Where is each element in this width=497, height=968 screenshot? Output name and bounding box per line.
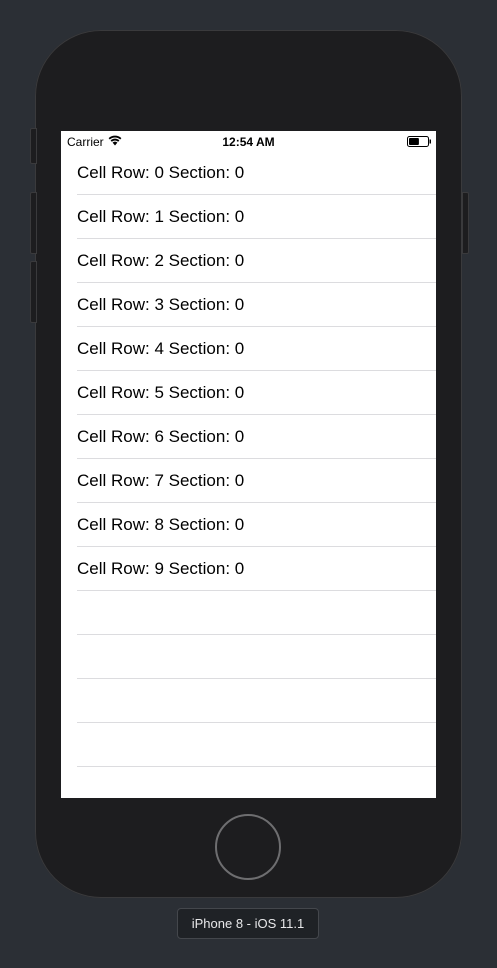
- table-row[interactable]: Cell Row: 5 Section: 0: [61, 371, 436, 415]
- status-bar: Carrier 12:54 AM: [61, 131, 436, 151]
- table-row[interactable]: Cell Row: 9 Section: 0: [61, 547, 436, 591]
- table-row[interactable]: [61, 679, 436, 723]
- table-row[interactable]: [61, 591, 436, 635]
- cell-label: Cell Row: 2 Section: 0: [77, 251, 245, 270]
- volume-down-button: [30, 261, 37, 323]
- table-row[interactable]: Cell Row: 1 Section: 0: [61, 195, 436, 239]
- table-row[interactable]: Cell Row: 3 Section: 0: [61, 283, 436, 327]
- device-screen: Carrier 12:54 AM Cell Row: 0 Section: 0C…: [61, 131, 436, 798]
- cell-label: Cell Row: 4 Section: 0: [77, 339, 245, 358]
- cell-label: Cell Row: 5 Section: 0: [77, 383, 245, 402]
- table-view[interactable]: Cell Row: 0 Section: 0 Cell Row: 1 Sectio…: [61, 151, 436, 767]
- volume-up-button: [30, 192, 37, 254]
- table-row[interactable]: Cell Row: 4 Section: 0: [61, 327, 436, 371]
- table-row[interactable]: [61, 723, 436, 767]
- cell-label: Cell Row: 8 Section: 0: [77, 515, 245, 534]
- cell-label: Cell Row: 1 Section: 0: [77, 207, 245, 226]
- table-row[interactable]: Cell Row: 6 Section: 0: [61, 415, 436, 459]
- table-row[interactable]: [61, 635, 436, 679]
- device-model-label: iPhone 8 - iOS 11.1: [177, 908, 319, 939]
- battery-icon: [407, 136, 431, 147]
- table-row[interactable]: Cell Row: 0 Section: 0: [61, 151, 436, 195]
- table-row[interactable]: Cell Row: 8 Section: 0: [61, 503, 436, 547]
- table-row[interactable]: Cell Row: 7 Section: 0: [61, 459, 436, 503]
- cell-label: Cell Row: 7 Section: 0: [77, 471, 245, 490]
- status-time: 12:54 AM: [222, 135, 275, 149]
- cell-label: Cell Row: 6 Section: 0: [77, 427, 245, 446]
- table-row[interactable]: Cell Row: 2 Section: 0: [61, 239, 436, 283]
- power-button: [462, 192, 469, 254]
- home-button[interactable]: [215, 814, 281, 880]
- cell-label: Cell Row: 3 Section: 0: [77, 295, 245, 314]
- cell-label: Cell Row: 9 Section: 0: [77, 559, 245, 578]
- silent-switch: [30, 128, 37, 164]
- cell-label: Cell Row: 0 Section: 0: [77, 163, 245, 182]
